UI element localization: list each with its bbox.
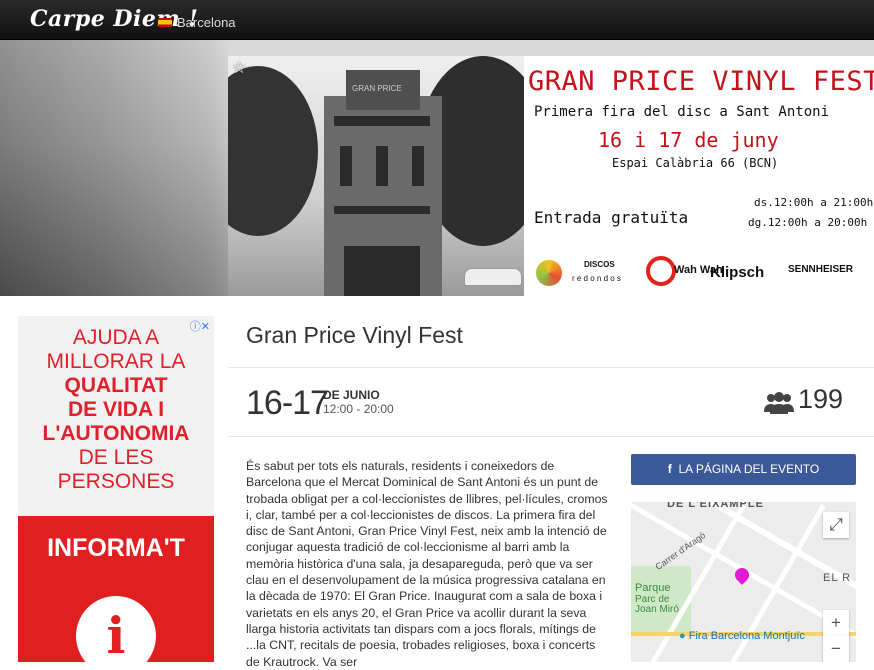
- building-tower: GRAN PRICE: [346, 70, 420, 110]
- ad-headline: AJUDA A MILLORAR LA QUALITAT DE VIDA I L…: [18, 326, 214, 494]
- site-logo[interactable]: Carpe Diem !: [30, 6, 198, 32]
- hero-fade: [0, 40, 228, 296]
- zoom-in-button[interactable]: +: [823, 610, 849, 636]
- advertisement[interactable]: ⓘ✕ AJUDA A MILLORAR LA QUALITAT DE VIDA …: [18, 316, 214, 662]
- poster-title: GRAN PRICE VINYL FEST: [528, 66, 874, 97]
- ad-line: DE LES: [78, 446, 154, 469]
- fullscreen-button[interactable]: ⤢: [823, 512, 849, 538]
- building-window: [340, 146, 352, 186]
- map-fira-label: Fira Barcelona Montjuïc: [688, 630, 805, 642]
- event-details: Gran Price Vinyl Fest 16-17 DE JUNIO 12:…: [228, 296, 874, 669]
- map-label: ● Fira Barcelona Montjuïc: [679, 630, 805, 642]
- sponsor-sennheiser: SENNHEISER: [788, 264, 854, 275]
- event-month: DE JUNIO: [323, 388, 380, 402]
- ad-line: MILLORAR LA: [46, 350, 186, 373]
- poster-dates: 16 i 17 de juny: [598, 128, 779, 152]
- poster-photo: GRAN PRICE ☆: [228, 56, 524, 296]
- favorite-star-icon[interactable]: ☆: [232, 58, 246, 78]
- event-time: 12:00 - 20:00: [323, 402, 394, 416]
- map-place-icon: ●: [679, 630, 686, 642]
- divider: [228, 367, 874, 368]
- zoom-out-button[interactable]: −: [823, 636, 849, 662]
- facebook-button-label: LA PÁGINA DEL EVENTO: [678, 462, 820, 476]
- tree-left: [228, 66, 318, 236]
- event-date-range: 16-17: [246, 384, 329, 422]
- facebook-event-button[interactable]: f LA PÁGINA DEL EVENTO: [631, 454, 856, 485]
- divider: [228, 436, 874, 437]
- ad-cta-panel: INFORMA'T i: [18, 516, 214, 662]
- sponsor-discos: DISCOS: [584, 260, 615, 269]
- map-label: EL R: [823, 572, 852, 584]
- ad-line: DE VIDA I: [67, 398, 165, 421]
- event-description: És sabut per tots els naturals, resident…: [246, 459, 608, 669]
- city-selector[interactable]: Barcelona: [177, 15, 236, 30]
- sponsor-redondos: r e d o n d o s: [572, 274, 621, 283]
- poster-hours-sun: dg.12:00h a 20:00h: [748, 216, 868, 229]
- location-map[interactable]: DE L'EIXAMPLE Carrer d'Aragó EL R Parque…: [631, 502, 856, 662]
- building-sign: GRAN PRICE: [352, 84, 402, 93]
- poster-subtitle: Primera fira del disc a Sant Antoni: [534, 104, 830, 120]
- sponsor-logo-circle: [536, 260, 562, 286]
- ad-line: L'AUTONOMIA: [42, 422, 190, 445]
- building-window: [376, 146, 388, 186]
- building-entrance: [344, 246, 420, 296]
- spain-flag-icon: [158, 18, 172, 27]
- event-title: Gran Price Vinyl Fest: [246, 322, 463, 348]
- sponsor-klipsch: Klipsch: [710, 264, 765, 281]
- vintage-car: [464, 268, 522, 286]
- building-ledge: [334, 206, 430, 214]
- ad-line: PERSONES: [57, 470, 175, 493]
- map-label: DE L'EIXAMPLE: [667, 502, 764, 510]
- sponsor-wahwah-logo: [646, 256, 676, 286]
- info-icon: i: [76, 596, 156, 662]
- poster-entry: Entrada gratuïta: [534, 208, 689, 227]
- facebook-icon: f: [667, 462, 672, 476]
- map-label: Joan Miró: [635, 604, 679, 615]
- ad-line: AJUDA A: [72, 326, 160, 349]
- poster-hours-sat: ds.12:00h a 21:00h: [754, 196, 874, 209]
- poster-venue: Espai Calàbria 66 (BCN): [612, 156, 779, 170]
- building: [324, 96, 442, 296]
- building-window: [412, 146, 424, 186]
- ad-cta[interactable]: INFORMA'T: [18, 534, 214, 563]
- sponsor-logos: DISCOS r e d o n d o s Wah Wah Klipsch S…: [534, 252, 874, 292]
- ad-line: QUALITAT: [64, 374, 168, 397]
- top-bar: Carpe Diem ! Barcelona: [0, 0, 874, 40]
- attendees-icon: [764, 392, 794, 414]
- attendees-count: 199: [798, 384, 844, 414]
- event-poster: GRAN PRICE ☆ GRAN PRICE VINYL FEST Prime…: [228, 56, 874, 296]
- map-label: Parque: [635, 582, 671, 594]
- building-balcony: [334, 116, 430, 126]
